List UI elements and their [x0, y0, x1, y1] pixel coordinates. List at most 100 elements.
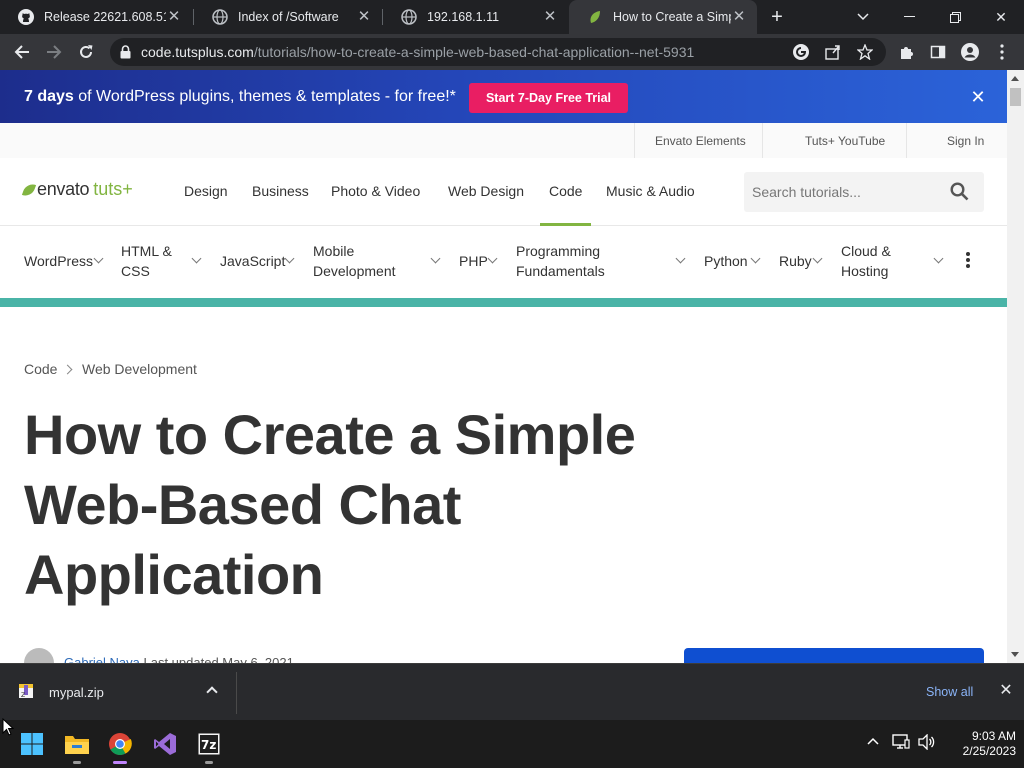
last-updated-text: Last updated May 6, 2021: [143, 655, 294, 663]
network-icon[interactable]: [892, 734, 910, 755]
tab-tutsplus-active[interactable]: How to Create a Simple ✕: [569, 0, 757, 34]
chevron-down-icon[interactable]: [430, 253, 441, 264]
title-line: Web-Based Chat: [24, 473, 461, 536]
scroll-up-icon[interactable]: [1011, 76, 1019, 81]
close-tab-icon[interactable]: ✕: [166, 9, 182, 25]
free-trial-button[interactable]: Start 7-Day Free Trial: [469, 83, 628, 113]
cat-label: PHP: [459, 253, 488, 269]
profile-avatar-icon[interactable]: [958, 40, 982, 64]
reload-icon[interactable]: [74, 40, 98, 64]
close-tab-icon[interactable]: ✕: [356, 9, 372, 25]
cat-label: WordPress: [24, 253, 93, 269]
cat-mobile-development[interactable]: Mobile Development: [313, 241, 396, 281]
author-avatar[interactable]: [24, 648, 54, 663]
volume-icon[interactable]: [918, 733, 936, 755]
nav-photo-video[interactable]: Photo & Video: [331, 183, 420, 199]
chrome-icon[interactable]: [104, 728, 136, 764]
chevron-down-icon[interactable]: [675, 253, 686, 264]
chevron-down-icon[interactable]: [812, 253, 823, 264]
envato-tuts-logo[interactable]: envato tuts+: [21, 179, 133, 200]
tab-index-software[interactable]: Index of /Software ✕: [194, 0, 382, 34]
nav-design[interactable]: Design: [184, 183, 228, 199]
url-path: /tutorials/how-to-create-a-simple-web-ba…: [253, 44, 695, 60]
scrollbar-thumb[interactable]: [1010, 88, 1021, 106]
search-input[interactable]: Search tutorials...: [744, 172, 984, 212]
envato-leaf-icon: [587, 9, 603, 25]
google-lens-icon[interactable]: [791, 42, 811, 62]
nav-web-design[interactable]: Web Design: [448, 183, 524, 199]
address-bar[interactable]: code.tutsplus.com/tutorials/how-to-creat…: [110, 38, 886, 66]
cat-programming-fundamentals[interactable]: Programming Fundamentals: [516, 241, 605, 281]
scroll-down-icon[interactable]: [1011, 652, 1019, 657]
back-arrow-icon[interactable]: [10, 40, 34, 64]
close-tab-icon[interactable]: ✕: [542, 9, 558, 25]
windows-start-icon[interactable]: [16, 728, 48, 760]
sidebar-cta-button[interactable]: [684, 648, 984, 663]
chevron-down-icon[interactable]: [284, 253, 295, 264]
search-icon[interactable]: [950, 182, 969, 206]
tuts-youtube-link[interactable]: Tuts+ YouTube: [805, 134, 885, 148]
chevron-down-icon[interactable]: [933, 253, 944, 264]
tab-ip-address[interactable]: 192.168.1.11 ✕: [383, 0, 568, 34]
cat-label-line2: Development: [313, 263, 396, 279]
cat-label-line2: CSS: [121, 263, 150, 279]
cat-label-line2: Hosting: [841, 263, 889, 279]
cat-label: Python: [704, 253, 748, 269]
cat-label-line1: Cloud &: [841, 243, 891, 259]
close-banner-icon[interactable]: ✕: [969, 88, 987, 106]
file-explorer-icon[interactable]: [61, 728, 93, 764]
tab-search-chevron-icon[interactable]: [840, 0, 886, 34]
cat-javascript[interactable]: JavaScript: [220, 251, 285, 271]
chevron-down-icon[interactable]: [191, 253, 202, 264]
browser-menu-icon[interactable]: [990, 40, 1014, 64]
svg-text:Z: Z: [21, 692, 25, 699]
close-downloads-bar-icon[interactable]: ✕: [997, 682, 1015, 700]
side-panel-icon[interactable]: [926, 40, 950, 64]
cat-python[interactable]: Python: [704, 251, 748, 271]
cat-html-css[interactable]: HTML & CSS: [121, 241, 172, 281]
breadcrumb-web-development[interactable]: Web Development: [82, 361, 197, 377]
download-filename[interactable]: mypal.zip: [49, 685, 104, 700]
breadcrumb-code[interactable]: Code: [24, 361, 57, 377]
clock-date: 2/25/2023: [962, 744, 1016, 758]
chevron-down-icon[interactable]: [750, 253, 761, 264]
visual-studio-icon[interactable]: [149, 728, 181, 760]
share-icon[interactable]: [823, 42, 843, 62]
cat-php[interactable]: PHP: [459, 251, 488, 271]
article-byline: Gabriel Nava Last updated May 6, 2021: [64, 655, 294, 663]
promo-bold-text: 7 days: [24, 88, 74, 105]
nav-business[interactable]: Business: [252, 183, 309, 199]
cat-cloud-hosting[interactable]: Cloud & Hosting: [841, 241, 891, 281]
nav-music-audio[interactable]: Music & Audio: [606, 183, 695, 199]
extensions-puzzle-icon[interactable]: [894, 40, 918, 64]
chevron-down-icon[interactable]: [487, 253, 498, 264]
minimize-button[interactable]: [886, 0, 932, 34]
sign-in-link[interactable]: Sign In: [947, 134, 984, 148]
url-host: code.tutsplus.com: [141, 44, 254, 60]
lock-icon[interactable]: [120, 45, 131, 64]
more-categories-icon[interactable]: [966, 252, 970, 268]
7zip-icon[interactable]: 7z: [193, 728, 225, 764]
close-window-button[interactable]: ✕: [978, 0, 1024, 34]
cat-wordpress[interactable]: WordPress: [24, 251, 93, 271]
tab-title: How to Create a Simple: [613, 10, 731, 24]
nav-code[interactable]: Code: [539, 183, 593, 226]
show-all-downloads-link[interactable]: Show all: [926, 685, 973, 699]
new-tab-button[interactable]: +: [766, 6, 788, 28]
divider: [634, 123, 635, 158]
envato-elements-link[interactable]: Envato Elements: [655, 134, 746, 148]
close-tab-icon[interactable]: ✕: [731, 9, 747, 25]
author-link[interactable]: Gabriel Nava: [64, 655, 140, 663]
promo-text: 7 days of WordPress plugins, themes & te…: [24, 88, 456, 106]
chevron-up-icon[interactable]: [206, 686, 218, 698]
bookmark-star-icon[interactable]: [855, 42, 875, 62]
restore-button[interactable]: [932, 0, 978, 34]
tab-github-release[interactable]: Release 22621.608.51.6 ✕: [0, 0, 192, 34]
taskbar-clock[interactable]: 9:03 AM 2/25/2023: [936, 729, 1016, 759]
page-scrollbar[interactable]: [1007, 70, 1024, 663]
chevron-down-icon[interactable]: [93, 253, 104, 264]
forward-arrow-icon[interactable]: [42, 40, 66, 64]
globe-icon: [401, 9, 417, 25]
cat-ruby[interactable]: Ruby: [779, 251, 812, 271]
show-hidden-icons-chevron-icon[interactable]: [866, 734, 880, 753]
